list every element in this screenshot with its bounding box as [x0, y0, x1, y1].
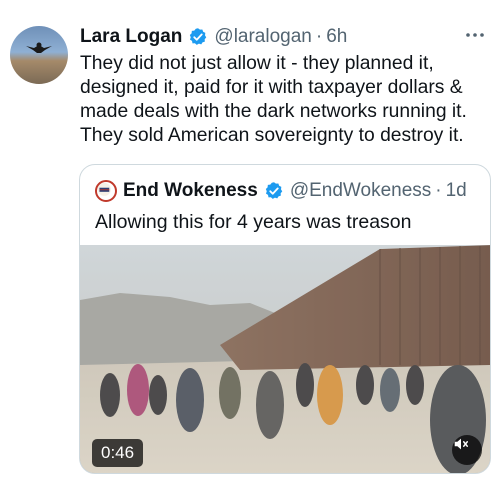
verified-badge-icon	[265, 182, 283, 199]
quoted-tweet-text: Allowing this for 4 years was treason	[95, 211, 412, 233]
verified-badge-icon	[190, 28, 207, 45]
tweet-text-line: They did not just allow it - they planne…	[80, 53, 434, 74]
skydiver-figure	[26, 42, 52, 53]
quoted-author-name[interactable]: End Wokeness	[123, 180, 258, 202]
mute-button[interactable]	[452, 435, 482, 465]
author-handle[interactable]: @laralogan	[214, 26, 311, 48]
quoted-timestamp[interactable]: 1d	[446, 180, 467, 202]
video-duration: 0:46	[92, 439, 144, 467]
video-player[interactable]: 0:46	[80, 245, 490, 473]
header-separator: ·	[315, 26, 323, 47]
tweet-text: They did not just allow it - they planne…	[80, 52, 492, 148]
more-options-icon[interactable]	[464, 26, 486, 44]
tweet-text-line: designed it, paid for it with taxpayer d…	[80, 77, 463, 98]
tweet[interactable]: Lara Logan @laralogan · 6h They did not …	[0, 0, 500, 487]
author-avatar[interactable]	[10, 26, 68, 84]
seal-logo-icon	[97, 182, 111, 196]
quoted-tweet-header: End Wokeness @EndWokeness · 1d	[95, 179, 467, 203]
quoted-header-separator: ·	[435, 180, 442, 201]
quoted-author-handle[interactable]: @EndWokeness	[290, 180, 431, 202]
tweet-header: Lara Logan @laralogan · 6h	[80, 24, 347, 50]
author-name[interactable]: Lara Logan	[80, 26, 182, 48]
tweet-text-line: made deals with the dark networks runnin…	[80, 101, 467, 122]
mute-icon	[454, 438, 469, 450]
quoted-tweet[interactable]: End Wokeness @EndWokeness · 1d Allowing …	[79, 164, 491, 474]
quoted-author-avatar[interactable]	[95, 180, 117, 202]
tweet-text-line: They sold American sovereignty to destro…	[80, 125, 464, 146]
tweet-timestamp[interactable]: 6h	[326, 26, 347, 48]
